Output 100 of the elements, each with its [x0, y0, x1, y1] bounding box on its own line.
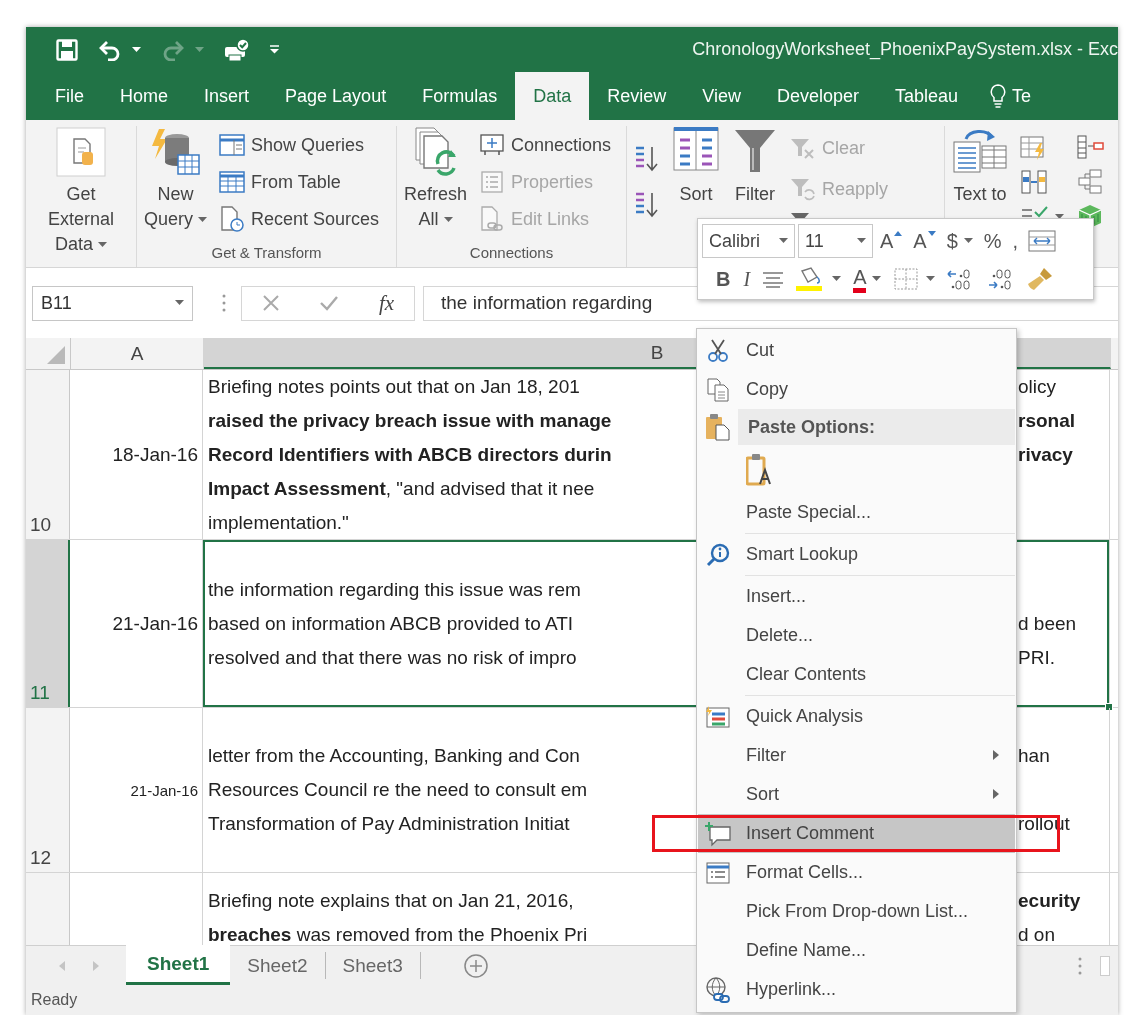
- menu-item[interactable]: Hyperlink...: [698, 970, 1015, 1009]
- caret-icon[interactable]: [1055, 213, 1064, 220]
- sort-ascending-icon[interactable]: [634, 144, 660, 173]
- ribbon-button[interactable]: Refresh All: [401, 126, 471, 232]
- scissors-icon: [707, 338, 729, 363]
- cell-text: han: [1018, 744, 1051, 768]
- cell-text: rivacy: [1018, 442, 1074, 467]
- row-header[interactable]: 11: [26, 540, 70, 707]
- toolbar-button[interactable]: %: [979, 225, 1006, 257]
- ribbon-tab[interactable]: Insert: [186, 72, 268, 120]
- cell-text: resolved and that there was no risk of impro: [208, 645, 578, 670]
- grow-font-caret-icon: [894, 231, 903, 237]
- ribbon-button[interactable]: From Table: [216, 164, 383, 200]
- menu-item[interactable]: Insert...: [698, 577, 1015, 616]
- sheet-tab[interactable]: Sheet2: [230, 952, 326, 979]
- cell-text: based on information ABCB provided to ATI: [208, 611, 575, 636]
- menu-item[interactable]: Insert Comment: [698, 814, 1015, 853]
- cell-text: the information regarding this issue was rem: [208, 577, 582, 602]
- ribbon-button[interactable]: Text to: [949, 126, 1011, 207]
- sheet-tab[interactable]: Sheet1: [126, 945, 231, 985]
- cell-text: ecurity: [1018, 889, 1082, 913]
- menu-item[interactable]: Define Name...: [698, 931, 1015, 970]
- consolidate-icon[interactable]: [1076, 134, 1104, 160]
- cell-text: Impact Assessment, "and advised that it nee: [208, 476, 596, 501]
- cell-text: Briefing note explains that on Jan 21, 2016,: [208, 889, 575, 913]
- menu-item[interactable]: Pick From Drop-down List...: [698, 892, 1015, 931]
- caret-icon[interactable]: [872, 276, 882, 282]
- caret-icon[interactable]: [98, 242, 107, 249]
- wrap-text-icon[interactable]: [1028, 229, 1057, 253]
- cell-text: PRI.: [1018, 645, 1056, 670]
- relationships-icon[interactable]: [1076, 168, 1104, 194]
- database-lightning-icon: [149, 126, 202, 178]
- caret-icon[interactable]: [926, 276, 936, 282]
- save-icon[interactable]: [56, 38, 78, 61]
- ribbon-button[interactable]: Get External Data: [30, 126, 132, 257]
- ribbon-button[interactable]: Sort: [669, 126, 723, 207]
- remove-duplicates-icon[interactable]: [1020, 169, 1048, 195]
- paste-option-icon[interactable]: [746, 452, 774, 486]
- font-name-field[interactable]: Calibri: [702, 224, 795, 258]
- grip-icon[interactable]: [222, 294, 226, 312]
- ribbon-tab[interactable]: Developer: [758, 72, 877, 120]
- ribbon-tab[interactable]: Review: [589, 72, 685, 120]
- ribbon-tab[interactable]: Tableau: [877, 72, 977, 120]
- clear-filter-icon: [790, 136, 816, 161]
- copy-icon: [707, 377, 729, 402]
- ribbon-button[interactable]: Show Queries: [216, 127, 383, 163]
- ribbon-button[interactable]: Recent Sources: [216, 201, 383, 237]
- toolbar-button[interactable]: A: [909, 225, 940, 257]
- submenu-arrow-icon: [993, 750, 999, 760]
- menu-item[interactable]: Sort: [698, 775, 1015, 814]
- ribbon-button[interactable]: New Query: [141, 126, 211, 232]
- menu-item[interactable]: Copy: [698, 370, 1015, 409]
- lightbulb-icon: [990, 84, 1007, 108]
- menu-item[interactable]: Paste Special...: [698, 493, 1015, 532]
- name-box[interactable]: B11: [32, 285, 193, 321]
- quick-analysis-icon: [705, 704, 731, 729]
- printer-check-icon[interactable]: [224, 37, 250, 62]
- row-header[interactable]: 10: [26, 370, 70, 539]
- toolbar-button[interactable]: $: [942, 225, 977, 257]
- caret-icon[interactable]: [963, 238, 973, 244]
- cell-text: implementation.": [208, 510, 350, 535]
- caret-icon[interactable]: [443, 217, 453, 224]
- menu-item[interactable]: Filter: [698, 736, 1015, 775]
- menu-item[interactable]: Delete...: [698, 616, 1015, 655]
- tell-me-button[interactable]: Te: [976, 72, 1032, 120]
- customize-icon[interactable]: [270, 45, 279, 54]
- sort-descending-icon[interactable]: [634, 191, 660, 220]
- fill-handle[interactable]: [1105, 703, 1113, 711]
- row-header[interactable]: 12: [26, 708, 70, 872]
- cell-text: Briefing notes points out that on Jan 18, 201: [208, 374, 581, 399]
- ribbon-tab[interactable]: Page Layout: [267, 72, 405, 120]
- ribbon-tab[interactable]: Data: [515, 72, 590, 120]
- ribbon-tab[interactable]: Home: [102, 72, 187, 120]
- caret-icon[interactable]: [857, 238, 866, 244]
- menu-item[interactable]: Smart Lookup: [698, 535, 1015, 574]
- undo-icon[interactable]: [98, 38, 122, 61]
- grip-icon[interactable]: [1078, 957, 1082, 975]
- toolbar-button[interactable]: A: [876, 225, 907, 257]
- cell-text: rsonal: [1018, 408, 1077, 433]
- caret-icon[interactable]: [198, 217, 208, 224]
- toolbar-button[interactable]: ,: [1008, 225, 1023, 257]
- sheet-tab[interactable]: Sheet3: [325, 952, 421, 979]
- cell-text: raised the privacy breach issue with manage: [208, 408, 613, 433]
- caret-icon[interactable]: [779, 238, 788, 244]
- caret-icon[interactable]: [175, 300, 184, 306]
- ribbon-button[interactable]: Filter: [729, 126, 781, 207]
- ribbon-button[interactable]: Connections: [476, 127, 615, 163]
- caret-icon[interactable]: [132, 46, 141, 53]
- align-center-icon[interactable]: [762, 270, 785, 288]
- menu-item[interactable]: Quick Analysis: [698, 697, 1015, 736]
- add-sheet-icon[interactable]: [462, 952, 489, 979]
- font-size-field[interactable]: 11: [798, 224, 873, 258]
- menu-item[interactable]: Format Cells...: [698, 853, 1015, 892]
- smart-lookup-icon: [706, 542, 730, 567]
- ribbon-tab[interactable]: View: [684, 72, 759, 120]
- insert-function-button[interactable]: fx: [379, 290, 395, 316]
- menu-item[interactable]: Clear Contents: [698, 655, 1015, 694]
- ribbon-tab[interactable]: Formulas: [404, 72, 516, 120]
- caret-icon[interactable]: [832, 276, 842, 282]
- ribbon-tab[interactable]: File: [37, 72, 102, 120]
